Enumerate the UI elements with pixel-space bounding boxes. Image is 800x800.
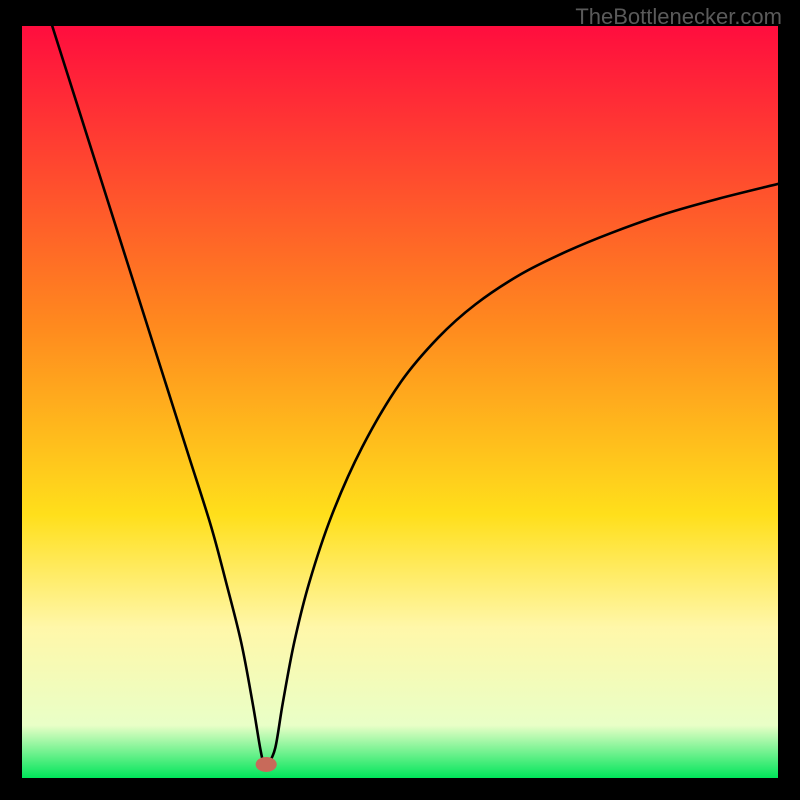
- chart-marker-dot: [256, 757, 277, 772]
- chart-background: [22, 26, 778, 778]
- chart-plot-area: [22, 26, 778, 778]
- watermark-text: TheBottlenecker.com: [575, 4, 782, 30]
- chart-svg: [22, 26, 778, 778]
